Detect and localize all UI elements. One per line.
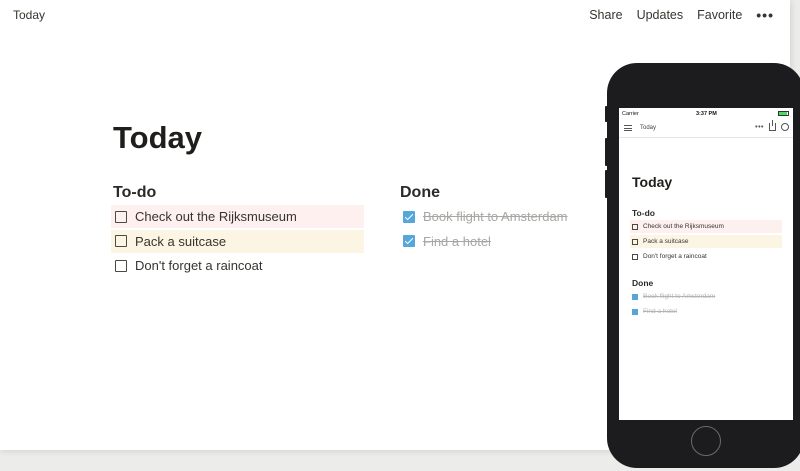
checkbox[interactable] — [632, 238, 638, 245]
more-options-icon[interactable]: ••• — [755, 124, 764, 131]
item-label: Don't forget a raincoat — [135, 258, 263, 273]
share-button[interactable]: Share — [589, 8, 622, 22]
item-label: Find a hotel — [643, 308, 677, 315]
breadcrumb[interactable]: Today — [13, 8, 45, 22]
checkbox-checked[interactable] — [403, 210, 415, 223]
list-item[interactable]: Don't forget a raincoat — [111, 254, 364, 277]
mobile-page-title[interactable]: Today — [632, 174, 672, 190]
item-label: Check out the Rijksmuseum — [135, 209, 297, 224]
list-item[interactable]: Find a hotel — [630, 305, 782, 318]
item-label: Check out the Rijksmuseum — [643, 223, 724, 230]
status-bar: Carrier 3:37 PM — [619, 108, 793, 120]
done-heading[interactable]: Done — [400, 184, 440, 202]
list-item[interactable]: Book flight to Amsterdam — [630, 290, 782, 303]
list-item[interactable]: Check out the Rijksmuseum — [111, 205, 364, 228]
phone-device: Carrier 3:37 PM Today ••• Today To-do Ch… — [605, 63, 800, 468]
phone-mute-switch — [605, 106, 608, 122]
checkbox[interactable] — [115, 259, 127, 272]
mobile-todo-list: Check out the Rijksmuseum Pack a suitcas… — [630, 220, 782, 265]
page-title[interactable]: Today — [113, 120, 202, 156]
item-label: Pack a suitcase — [643, 238, 689, 245]
item-label: Book flight to Amsterdam — [643, 293, 716, 300]
item-label: Find a hotel — [423, 233, 491, 249]
top-actions: Share Updates Favorite ••• — [589, 7, 774, 23]
list-item[interactable]: Book flight to Amsterdam — [399, 205, 579, 228]
item-label: Don't forget a raincoat — [643, 253, 707, 260]
todo-list: Check out the Rijksmuseum Pack a suitcas… — [111, 205, 364, 279]
checkbox[interactable] — [632, 253, 638, 260]
clock-icon[interactable] — [781, 123, 789, 131]
home-button[interactable] — [691, 426, 721, 456]
mobile-todo-heading[interactable]: To-do — [632, 208, 655, 218]
checkbox-checked[interactable] — [632, 293, 638, 300]
share-icon[interactable] — [769, 120, 776, 131]
list-item[interactable]: Pack a suitcase — [111, 229, 364, 253]
status-time: 3:37 PM — [696, 111, 717, 117]
phone-volume-up — [605, 138, 608, 166]
todo-heading[interactable]: To-do — [113, 184, 156, 202]
checkbox-checked[interactable] — [403, 235, 415, 247]
battery-icon — [778, 111, 789, 116]
checkbox-checked[interactable] — [632, 308, 638, 315]
list-item[interactable]: Pack a suitcase — [630, 235, 782, 248]
mobile-breadcrumb[interactable]: Today — [640, 125, 656, 131]
menu-icon[interactable] — [624, 125, 632, 131]
done-list: Book flight to Amsterdam Find a hotel — [399, 205, 579, 254]
more-options-icon[interactable]: ••• — [756, 7, 774, 23]
mobile-done-heading[interactable]: Done — [632, 278, 653, 288]
checkbox[interactable] — [632, 223, 638, 230]
checkbox[interactable] — [115, 210, 127, 223]
mobile-nav-actions: ••• — [755, 120, 789, 131]
list-item[interactable]: Don't forget a raincoat — [630, 250, 782, 263]
top-bar: Today Share Updates Favorite ••• — [0, 0, 790, 30]
item-label: Book flight to Amsterdam — [423, 209, 568, 224]
carrier-label: Carrier — [622, 111, 639, 117]
checkbox[interactable] — [115, 235, 127, 247]
item-label: Pack a suitcase — [135, 233, 227, 249]
list-item[interactable]: Check out the Rijksmuseum — [630, 220, 782, 233]
list-item[interactable]: Find a hotel — [399, 230, 579, 253]
phone-screen: Carrier 3:37 PM Today ••• Today To-do Ch… — [619, 108, 793, 420]
mobile-done-list: Book flight to Amsterdam Find a hotel — [630, 290, 782, 320]
favorite-button[interactable]: Favorite — [697, 8, 742, 22]
updates-button[interactable]: Updates — [637, 8, 684, 22]
phone-volume-down — [605, 170, 608, 198]
mobile-nav-bar: Today ••• — [619, 120, 793, 138]
